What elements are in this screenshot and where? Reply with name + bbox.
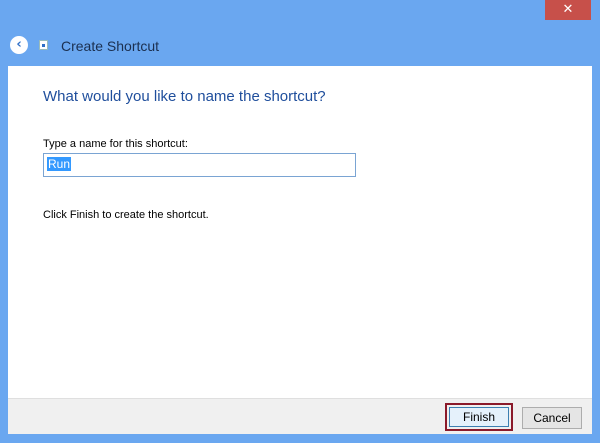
finish-focus-outline: Finish: [445, 403, 513, 431]
name-label: Type a name for this shortcut:: [43, 138, 188, 150]
back-button[interactable]: ‹: [10, 36, 28, 54]
shortcut-name-value: Run: [47, 157, 72, 171]
wizard-header: ‹ Create Shortcut: [0, 30, 600, 62]
close-button[interactable]: ✕: [545, 0, 591, 20]
window-title: Create Shortcut: [61, 38, 160, 54]
close-icon: ✕: [562, 2, 574, 17]
create-shortcut-window: ✕ ‹ Create Shortcut What would you like …: [0, 0, 600, 443]
shortcut-name-input[interactable]: Run: [43, 153, 356, 177]
instruction-text: Click Finish to create the shortcut.: [43, 209, 209, 221]
finish-button[interactable]: Finish: [449, 407, 509, 427]
shortcut-icon: [39, 40, 48, 50]
cancel-button[interactable]: Cancel: [522, 407, 582, 429]
wizard-content: What would you like to name the shortcut…: [8, 66, 592, 398]
page-heading: What would you like to name the shortcut…: [43, 88, 326, 105]
back-arrow-icon: ‹: [16, 37, 22, 52]
wizard-footer: Finish Cancel: [8, 398, 592, 434]
